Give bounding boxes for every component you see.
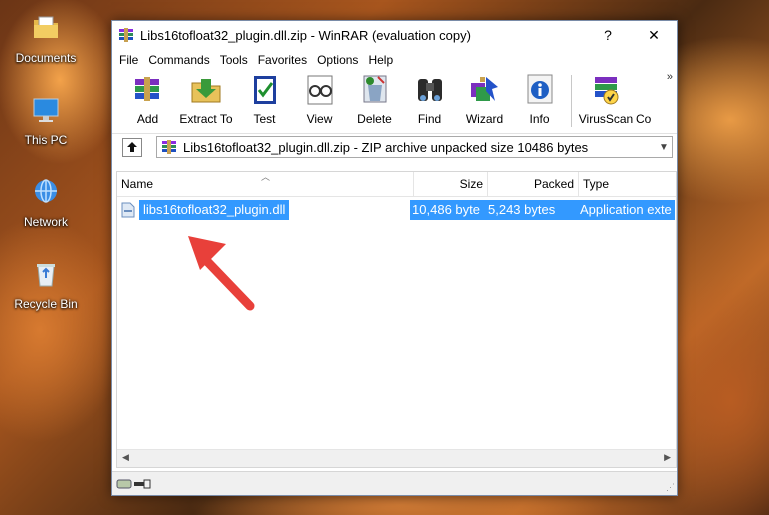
info-button[interactable]: Info xyxy=(512,71,567,126)
tool-label: VirusScan xyxy=(578,112,634,126)
toolbar-separator xyxy=(571,75,572,127)
resize-grip-icon[interactable]: ⋰ xyxy=(666,482,675,493)
scroll-right-icon[interactable]: ▶ xyxy=(664,452,671,463)
view-glasses-icon xyxy=(307,75,332,105)
tool-label: Add xyxy=(136,112,159,126)
column-header-packed[interactable]: Packed xyxy=(488,172,579,196)
window-title: Libs16tofloat32_plugin.dll.zip - WinRAR … xyxy=(140,27,471,43)
virusscan-button[interactable]: VirusScan xyxy=(576,71,636,126)
test-button[interactable]: Test xyxy=(237,71,292,126)
find-binoculars-icon xyxy=(417,79,442,101)
desktop-icon-this-pc[interactable]: This PC xyxy=(8,94,84,147)
tool-label: Delete xyxy=(357,112,392,126)
desktop-icon-label: Recycle Bin xyxy=(14,297,78,311)
test-check-icon xyxy=(253,76,276,104)
add-button[interactable]: Add xyxy=(120,71,175,126)
winrar-app-icon xyxy=(119,28,133,42)
tool-label: Wizard xyxy=(465,112,504,126)
wizard-button[interactable]: Wizard xyxy=(457,71,512,126)
menu-favorites[interactable]: Favorites xyxy=(253,53,312,67)
annotation-arrow-icon xyxy=(188,236,255,311)
wizard-icon xyxy=(470,77,498,101)
help-button[interactable]: ? xyxy=(585,27,631,43)
network-icon xyxy=(35,179,57,203)
row-name-text: libs16tofloat32_plugin.dll xyxy=(139,200,290,220)
recycle-bin-icon xyxy=(37,264,55,287)
archive-icon xyxy=(162,140,176,154)
column-header-size[interactable]: Size xyxy=(414,172,488,196)
tool-label: Test xyxy=(253,112,276,126)
desktop-icon-label: Documents xyxy=(15,51,77,65)
info-icon xyxy=(527,74,552,104)
up-folder-button[interactable] xyxy=(122,137,142,157)
menu-tools[interactable]: Tools xyxy=(215,53,253,67)
column-header-type[interactable]: Type xyxy=(579,172,676,196)
computer-icon xyxy=(33,98,59,122)
delete-recycle-icon xyxy=(363,75,386,103)
folder-documents-icon xyxy=(34,16,58,38)
list-header: ︿ Name Size Packed Type xyxy=(117,172,676,197)
table-row[interactable]: libs16tofloat32_plugin.dll 10,486 byte 5… xyxy=(117,200,676,220)
tool-label: Co xyxy=(636,112,652,126)
tool-label: Info xyxy=(529,112,550,126)
add-archive-icon xyxy=(134,77,159,101)
delete-button[interactable]: Delete xyxy=(347,71,402,126)
tool-label: Find xyxy=(417,112,442,126)
row-name-cell: libs16tofloat32_plugin.dll xyxy=(117,200,410,220)
desktop-icon-label: Network xyxy=(23,215,68,229)
chevron-down-icon[interactable]: ▼ xyxy=(656,142,672,153)
title-bar[interactable]: Libs16tofloat32_plugin.dll.zip - WinRAR … xyxy=(112,21,677,49)
close-button[interactable]: ✕ xyxy=(631,27,677,44)
up-arrow-icon xyxy=(127,142,137,152)
toolbar-overflow-chevron[interactable]: » xyxy=(667,71,673,83)
extract-to-button[interactable]: Extract To xyxy=(175,71,237,126)
archive-path-dropdown[interactable]: Libs16tofloat32_plugin.dll.zip - ZIP arc… xyxy=(156,136,673,158)
find-button[interactable]: Find xyxy=(402,71,457,126)
comment-icon xyxy=(638,82,655,95)
desktop-icon-label: This PC xyxy=(24,133,68,147)
desktop-icon-network[interactable]: Network xyxy=(8,176,84,229)
file-list: ︿ Name Size Packed Type libs16tofloat32_… xyxy=(116,171,677,468)
toolbar: Add Extract To Test View Delete Find Wiz… xyxy=(112,71,677,133)
menu-options[interactable]: Options xyxy=(312,53,363,67)
virus-scan-icon xyxy=(595,77,619,105)
menu-commands[interactable]: Commands xyxy=(143,53,214,67)
row-type-cell: Application exte xyxy=(575,200,675,220)
row-packed-cell: 5,243 bytes xyxy=(482,200,575,220)
desktop-icon-recycle-bin[interactable]: Recycle Bin xyxy=(8,258,84,311)
row-size-cell: 10,486 byte xyxy=(410,200,482,220)
archive-path-text: Libs16tofloat32_plugin.dll.zip - ZIP arc… xyxy=(183,139,589,155)
scroll-left-icon[interactable]: ◀ xyxy=(122,452,129,463)
desktop-icon-documents[interactable]: Documents xyxy=(8,12,84,65)
address-bar: Libs16tofloat32_plugin.dll.zip - ZIP arc… xyxy=(112,133,677,160)
menu-help[interactable]: Help xyxy=(363,53,398,67)
sort-ascending-icon: ︿ xyxy=(261,172,271,182)
extract-folder-icon xyxy=(191,79,221,103)
menu-bar: File Commands Tools Favorites Options He… xyxy=(112,49,677,71)
menu-file[interactable]: File xyxy=(114,53,143,67)
dll-file-icon xyxy=(121,202,135,218)
drive-key-status-icon xyxy=(116,479,151,488)
status-bar: ⋰ xyxy=(112,471,677,495)
comment-button[interactable]: Co xyxy=(636,71,658,126)
tool-label: View xyxy=(306,112,333,126)
horizontal-scrollbar[interactable]: ◀ ▶ xyxy=(117,449,676,467)
view-button[interactable]: View xyxy=(292,71,347,126)
tool-label: Extract To xyxy=(179,112,233,126)
